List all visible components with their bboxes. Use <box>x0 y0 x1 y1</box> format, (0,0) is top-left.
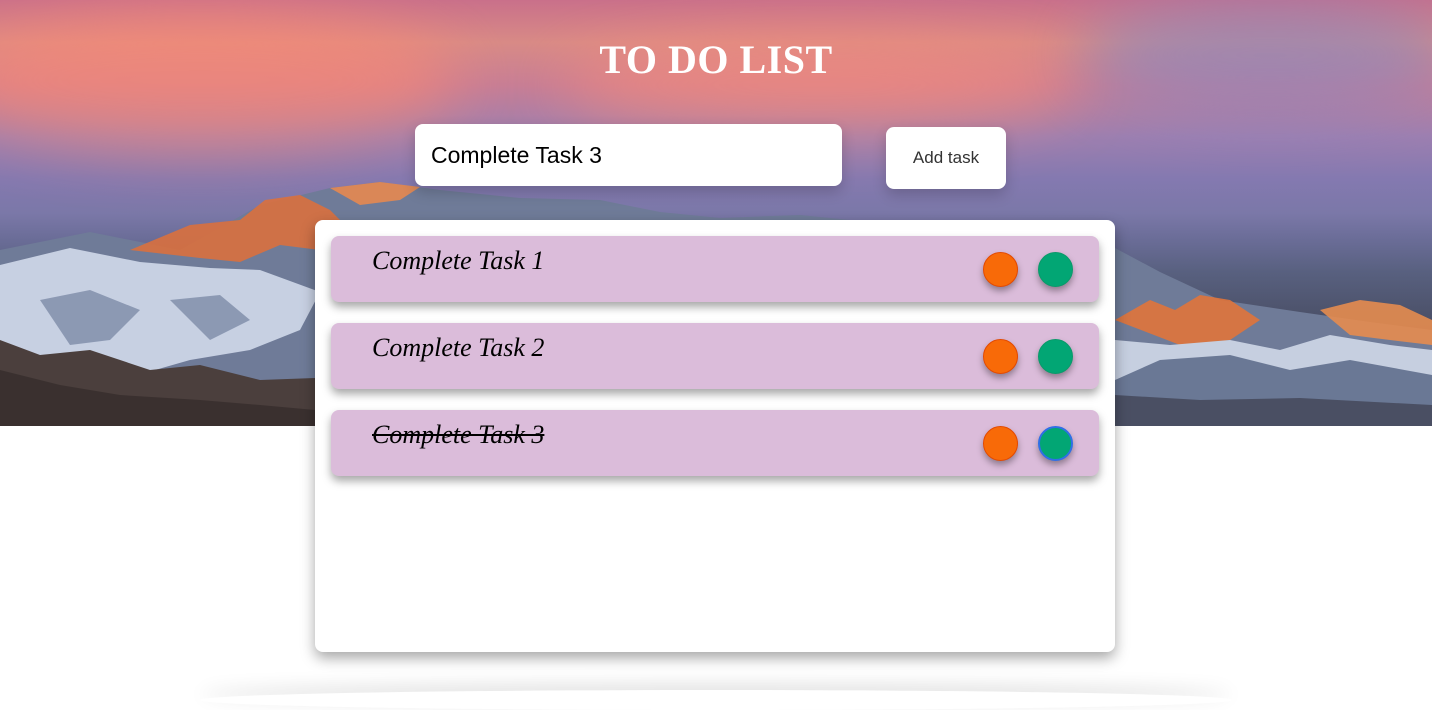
task-input[interactable] <box>415 124 842 186</box>
task-item: Complete Task 1 <box>331 236 1099 302</box>
add-task-button[interactable]: Add task <box>886 127 1006 189</box>
task-text-completed: Complete Task 3 <box>372 420 545 449</box>
complete-circle-icon[interactable] <box>1038 339 1073 374</box>
page-title: TO DO LIST <box>599 37 833 82</box>
task-list-panel: Complete Task 1 Complete Task 2 Complete… <box>315 220 1115 652</box>
complete-circle-icon[interactable] <box>1038 252 1073 287</box>
page-bottom-shadow <box>200 690 1232 710</box>
task-text: Complete Task 2 <box>372 333 545 362</box>
delete-circle-icon[interactable] <box>983 339 1018 374</box>
task-text: Complete Task 1 <box>372 246 545 275</box>
complete-circle-icon[interactable] <box>1038 426 1073 461</box>
delete-circle-icon[interactable] <box>983 426 1018 461</box>
delete-circle-icon[interactable] <box>983 252 1018 287</box>
task-item: Complete Task 2 <box>331 323 1099 389</box>
task-item: Complete Task 3 <box>331 410 1099 476</box>
